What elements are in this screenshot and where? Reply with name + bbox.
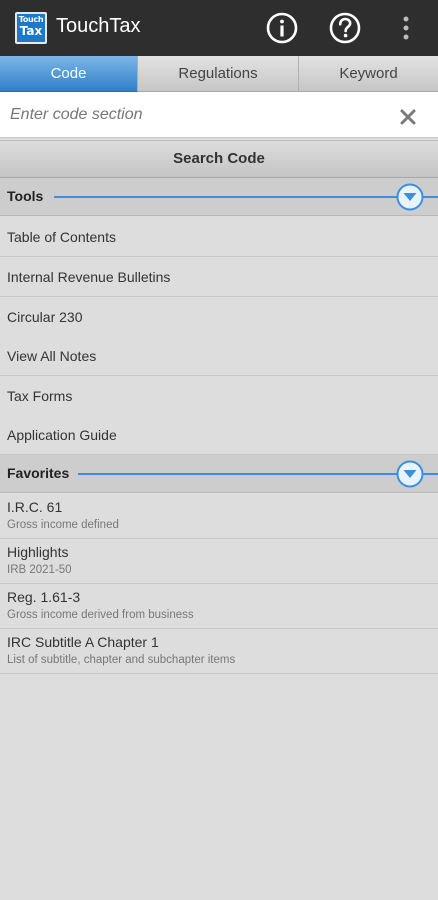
chevron-down-icon[interactable]: [394, 182, 426, 212]
tool-item-label: Circular 230: [7, 309, 83, 325]
favorite-item[interactable]: Highlights IRB 2021-50: [0, 539, 438, 584]
tool-item-internal-revenue-bulletins[interactable]: Internal Revenue Bulletins: [0, 257, 438, 297]
tab-regulations[interactable]: Regulations: [138, 56, 299, 92]
favorite-subtitle: List of subtitle, chapter and subchapter…: [7, 654, 236, 666]
logo-line-2: Tax: [19, 24, 43, 38]
favorite-title: Highlights: [7, 544, 69, 560]
tools-header-label: Tools: [7, 188, 48, 204]
tool-item-tax-forms[interactable]: Tax Forms: [0, 376, 438, 416]
tool-item-table-of-contents[interactable]: Table of Contents: [0, 217, 438, 257]
tool-item-label: Application Guide: [7, 427, 117, 443]
section-divider-line: [54, 196, 438, 198]
favorite-subtitle: Gross income defined: [7, 519, 119, 531]
favorite-item[interactable]: Reg. 1.61-3 Gross income derived from bu…: [0, 584, 438, 629]
favorite-title: I.R.C. 61: [7, 499, 63, 515]
tool-item-label: Internal Revenue Bulletins: [7, 269, 171, 285]
tool-item-circular-230[interactable]: Circular 230: [0, 297, 438, 337]
favorite-subtitle: IRB 2021-50: [7, 564, 72, 576]
favorite-title: IRC Subtitle A Chapter 1: [7, 634, 159, 650]
tab-bar: Code Regulations Keyword: [0, 56, 438, 92]
close-icon[interactable]: [397, 106, 419, 128]
tab-code[interactable]: Code: [0, 56, 138, 92]
tab-keyword[interactable]: Keyword: [299, 56, 438, 92]
favorites-header-label: Favorites: [7, 465, 74, 481]
search-code-button[interactable]: Search Code: [0, 140, 438, 178]
more-vert-icon[interactable]: [392, 10, 420, 46]
search-row: [0, 92, 438, 138]
tools-section-header[interactable]: Tools: [0, 178, 438, 216]
tool-item-label: View All Notes: [7, 348, 97, 364]
info-icon[interactable]: [264, 10, 300, 46]
favorite-item[interactable]: I.R.C. 61 Gross income defined: [0, 494, 438, 539]
code-section-input[interactable]: [10, 102, 380, 128]
tool-item-label: Tax Forms: [7, 388, 73, 404]
favorite-subtitle: Gross income derived from business: [7, 609, 194, 621]
favorites-section-header[interactable]: Favorites: [0, 455, 438, 493]
tool-item-application-guide[interactable]: Application Guide: [0, 415, 438, 455]
app-logo: Touch Tax: [15, 12, 47, 44]
favorite-title: Reg. 1.61-3: [7, 589, 81, 605]
section-divider-line: [78, 473, 438, 475]
favorite-item[interactable]: IRC Subtitle A Chapter 1 List of subtitl…: [0, 629, 438, 674]
app-bar: Touch Tax TouchTax: [0, 0, 438, 56]
help-icon[interactable]: [327, 10, 363, 46]
tool-item-view-all-notes[interactable]: View All Notes: [0, 336, 438, 376]
chevron-down-icon[interactable]: [394, 459, 426, 489]
app-title: TouchTax: [56, 15, 141, 37]
tool-item-label: Table of Contents: [7, 229, 116, 245]
